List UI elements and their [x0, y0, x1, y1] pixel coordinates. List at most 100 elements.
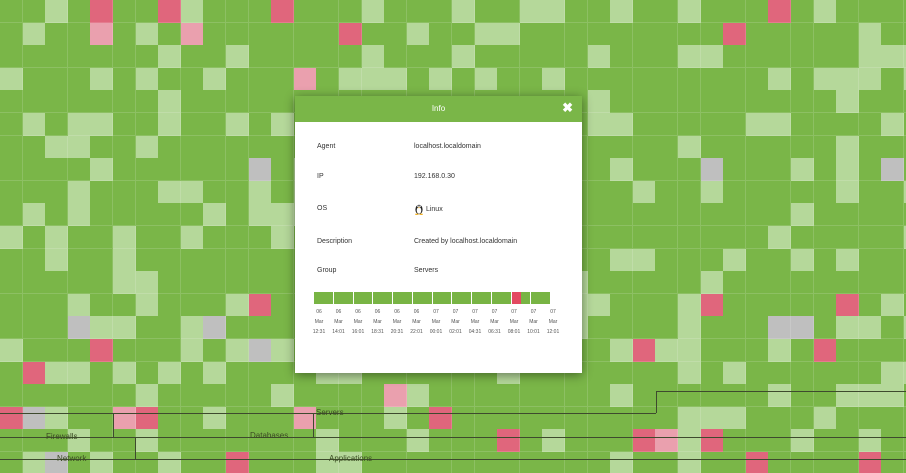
- agent-cell[interactable]: [90, 113, 114, 137]
- agent-cell[interactable]: [0, 45, 24, 69]
- agent-cell[interactable]: [67, 113, 91, 137]
- agent-cell[interactable]: [452, 384, 476, 408]
- agent-cell[interactable]: [813, 22, 837, 46]
- agent-cell[interactable]: [587, 45, 611, 69]
- agent-cell[interactable]: [768, 406, 792, 430]
- agent-cell[interactable]: [700, 0, 724, 24]
- group-label-servers[interactable]: Servers: [316, 408, 344, 418]
- agent-cell[interactable]: [610, 158, 634, 182]
- agent-cell[interactable]: [700, 339, 724, 363]
- agent-cell[interactable]: [406, 406, 430, 430]
- agent-cell[interactable]: [632, 203, 656, 227]
- agent-cell[interactable]: [22, 113, 46, 137]
- agent-cell[interactable]: [339, 45, 363, 69]
- agent-cell[interactable]: [135, 90, 159, 114]
- timeline-segment[interactable]: [373, 292, 393, 304]
- agent-cell[interactable]: [90, 158, 114, 182]
- agent-cell[interactable]: [881, 406, 905, 430]
- agent-cell[interactable]: [723, 22, 747, 46]
- agent-cell[interactable]: [881, 22, 905, 46]
- agent-cell[interactable]: [384, 67, 408, 91]
- agent-cell[interactable]: [700, 293, 724, 317]
- agent-cell[interactable]: [745, 180, 769, 204]
- agent-cell[interactable]: [22, 135, 46, 159]
- agent-cell[interactable]: [135, 248, 159, 272]
- agent-cell[interactable]: [768, 135, 792, 159]
- agent-cell[interactable]: [723, 429, 747, 453]
- agent-cell[interactable]: [610, 67, 634, 91]
- agent-cell[interactable]: [90, 271, 114, 295]
- agent-cell[interactable]: [632, 452, 656, 473]
- agent-cell[interactable]: [0, 361, 24, 385]
- agent-cell[interactable]: [542, 406, 566, 430]
- agent-cell[interactable]: [587, 180, 611, 204]
- agent-cell[interactable]: [632, 339, 656, 363]
- agent-cell[interactable]: [474, 45, 498, 69]
- agent-cell[interactable]: [180, 248, 204, 272]
- agent-cell[interactable]: [271, 158, 295, 182]
- agent-cell[interactable]: [384, 45, 408, 69]
- agent-cell[interactable]: [226, 361, 250, 385]
- agent-cell[interactable]: [632, 22, 656, 46]
- agent-cell[interactable]: [22, 316, 46, 340]
- agent-cell[interactable]: [678, 452, 702, 473]
- agent-cell[interactable]: [519, 406, 543, 430]
- agent-cell[interactable]: [836, 226, 860, 250]
- agent-cell[interactable]: [791, 113, 815, 137]
- agent-cell[interactable]: [67, 406, 91, 430]
- agent-cell[interactable]: [678, 180, 702, 204]
- agent-cell[interactable]: [90, 361, 114, 385]
- agent-cell[interactable]: [791, 384, 815, 408]
- agent-cell[interactable]: [700, 158, 724, 182]
- agent-cell[interactable]: [881, 339, 905, 363]
- agent-cell[interactable]: [542, 384, 566, 408]
- agent-cell[interactable]: [90, 0, 114, 24]
- agent-cell[interactable]: [881, 113, 905, 137]
- agent-cell[interactable]: [22, 339, 46, 363]
- agent-cell[interactable]: [22, 158, 46, 182]
- agent-cell[interactable]: [226, 0, 250, 24]
- agent-cell[interactable]: [271, 203, 295, 227]
- agent-cell[interactable]: [813, 271, 837, 295]
- agent-cell[interactable]: [67, 384, 91, 408]
- agent-cell[interactable]: [723, 90, 747, 114]
- agent-cell[interactable]: [226, 135, 250, 159]
- agent-cell[interactable]: [632, 316, 656, 340]
- agent-cell[interactable]: [203, 67, 227, 91]
- agent-cell[interactable]: [0, 406, 24, 430]
- close-icon[interactable]: ✖: [562, 100, 573, 116]
- agent-cell[interactable]: [406, 67, 430, 91]
- agent-cell[interactable]: [203, 22, 227, 46]
- agent-cell[interactable]: [90, 45, 114, 69]
- agent-cell[interactable]: [22, 406, 46, 430]
- agent-cell[interactable]: [361, 429, 385, 453]
- agent-cell[interactable]: [113, 406, 137, 430]
- agent-cell[interactable]: [610, 90, 634, 114]
- agent-cell[interactable]: [45, 406, 69, 430]
- agent-cell[interactable]: [587, 406, 611, 430]
- agent-cell[interactable]: [858, 316, 882, 340]
- agent-cell[interactable]: [293, 45, 317, 69]
- agent-cell[interactable]: [813, 293, 837, 317]
- agent-cell[interactable]: [45, 113, 69, 137]
- agent-cell[interactable]: [610, 406, 634, 430]
- agent-cell[interactable]: [632, 90, 656, 114]
- agent-cell[interactable]: [497, 384, 521, 408]
- agent-cell[interactable]: [203, 271, 227, 295]
- agent-cell[interactable]: [858, 361, 882, 385]
- agent-cell[interactable]: [791, 22, 815, 46]
- agent-cell[interactable]: [271, 113, 295, 137]
- agent-cell[interactable]: [723, 452, 747, 473]
- agent-cell[interactable]: [271, 316, 295, 340]
- agent-cell[interactable]: [791, 90, 815, 114]
- agent-cell[interactable]: [180, 452, 204, 473]
- agent-cell[interactable]: [610, 452, 634, 473]
- agent-cell[interactable]: [316, 429, 340, 453]
- agent-cell[interactable]: [768, 22, 792, 46]
- agent-cell[interactable]: [361, 0, 385, 24]
- agent-cell[interactable]: [587, 113, 611, 137]
- agent-cell[interactable]: [67, 361, 91, 385]
- agent-cell[interactable]: [497, 67, 521, 91]
- agent-cell[interactable]: [406, 452, 430, 473]
- agent-cell[interactable]: [723, 384, 747, 408]
